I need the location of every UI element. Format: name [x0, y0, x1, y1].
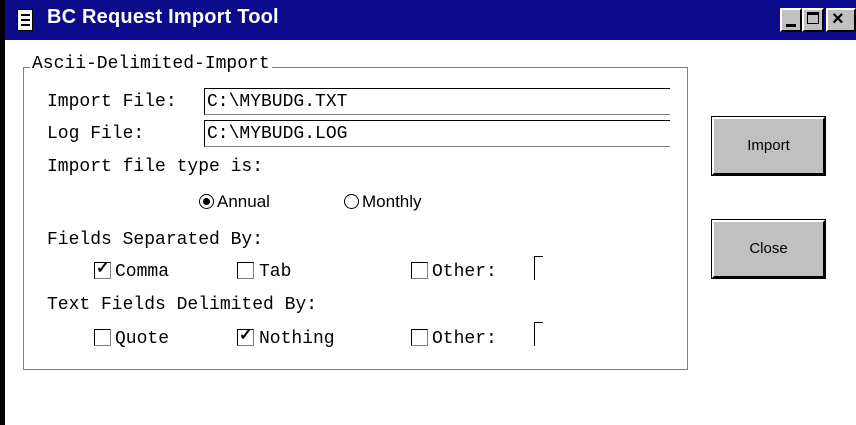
- checkbox-sep-other[interactable]: [411, 262, 428, 279]
- checkbox-sep-comma[interactable]: ✓: [94, 260, 111, 279]
- sep-other-label[interactable]: Other:: [432, 262, 497, 282]
- radio-monthly-label[interactable]: Monthly: [362, 192, 422, 212]
- sep-other-input[interactable]: [534, 256, 543, 280]
- close-icon: ×: [832, 8, 844, 30]
- text-delimited-label: Text Fields Delimited By:: [47, 295, 318, 315]
- radio-selected-dot: [203, 198, 210, 205]
- checkmark-icon: ✓: [96, 260, 110, 277]
- radio-monthly[interactable]: [344, 194, 359, 209]
- maximize-button[interactable]: [802, 8, 824, 32]
- import-file-label: Import File:: [47, 92, 177, 112]
- checkbox-sep-tab[interactable]: [237, 262, 254, 279]
- log-file-input[interactable]: C:\MYBUDG.LOG: [204, 120, 670, 147]
- maximize-icon: [807, 12, 819, 24]
- fields-separated-label: Fields Separated By:: [47, 230, 264, 250]
- log-file-label: Log File:: [47, 124, 145, 144]
- group-legend: Ascii-Delimited-Import: [30, 54, 272, 74]
- checkbox-delim-other[interactable]: [411, 329, 428, 346]
- import-file-input[interactable]: C:\MYBUDG.TXT: [204, 88, 670, 115]
- checkmark-icon: ✓: [239, 327, 253, 344]
- delim-other-input[interactable]: [534, 322, 543, 346]
- file-type-label: Import file type is:: [47, 157, 264, 177]
- delim-quote-label[interactable]: Quote: [115, 329, 169, 349]
- checkbox-delim-nothing[interactable]: ✓: [237, 327, 254, 346]
- minimize-icon: [786, 24, 796, 27]
- import-button[interactable]: Import: [712, 117, 825, 175]
- radio-annual[interactable]: [199, 194, 214, 209]
- sep-comma-label[interactable]: Comma: [115, 262, 169, 282]
- radio-annual-label[interactable]: Annual: [217, 192, 270, 212]
- minimize-button[interactable]: [780, 8, 802, 32]
- delim-nothing-label[interactable]: Nothing: [259, 329, 335, 349]
- import-button-label: Import: [747, 137, 790, 154]
- checkbox-delim-quote[interactable]: [94, 329, 111, 346]
- close-button[interactable]: Close: [712, 220, 825, 278]
- window-title: BC Request Import Tool: [47, 6, 279, 28]
- title-bar[interactable]: BC Request Import Tool ×: [5, 0, 856, 40]
- document-icon: [17, 9, 33, 31]
- delim-other-label[interactable]: Other:: [432, 329, 497, 349]
- close-button-label: Close: [749, 240, 788, 257]
- sep-tab-label[interactable]: Tab: [259, 262, 291, 282]
- import-tool-window: BC Request Import Tool × Ascii-Delimited…: [0, 0, 856, 425]
- close-window-button[interactable]: ×: [826, 8, 856, 32]
